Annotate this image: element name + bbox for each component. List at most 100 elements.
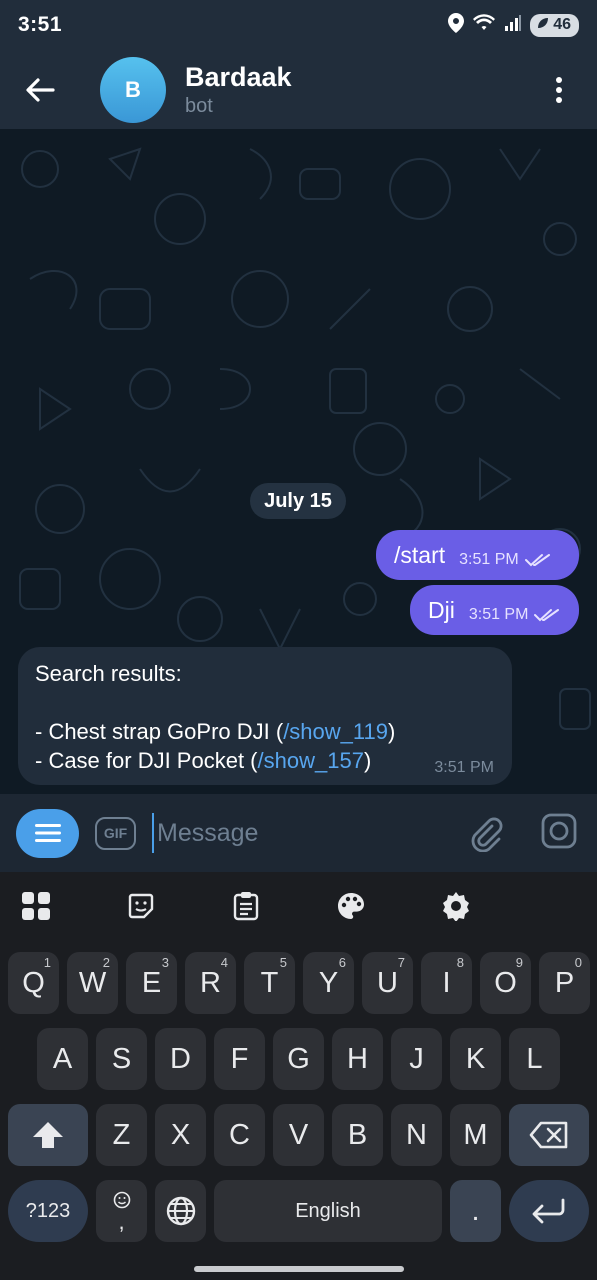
key-z[interactable]: Z — [96, 1104, 147, 1166]
key-h[interactable]: H — [332, 1028, 383, 1090]
key-b[interactable]: B — [332, 1104, 383, 1166]
message-time: 3:51 PM — [468, 606, 529, 623]
key-n[interactable]: N — [391, 1104, 442, 1166]
hamburger-menu-icon — [34, 824, 61, 842]
enter-arrow-icon — [532, 1198, 565, 1224]
paperclip-icon — [471, 817, 503, 853]
key-j[interactable]: J — [391, 1028, 442, 1090]
message-meta: 3:51 PM — [459, 551, 551, 569]
chat-area[interactable]: July 15 /start 3:51 PM Dji 3:51 PM Searc… — [0, 129, 597, 794]
key-s[interactable]: S — [96, 1028, 147, 1090]
palette-icon — [338, 893, 364, 919]
message-text: /start — [394, 541, 446, 568]
outgoing-message[interactable]: Dji 3:51 PM — [410, 585, 579, 635]
key-w[interactable]: W2 — [67, 952, 118, 1014]
sticker-button[interactable] — [125, 890, 157, 922]
key-l[interactable]: L — [509, 1028, 560, 1090]
key-x[interactable]: X — [155, 1104, 206, 1166]
keyboard-toolbar — [0, 872, 597, 938]
attach-button[interactable] — [466, 814, 504, 857]
key-v[interactable]: V — [273, 1104, 324, 1166]
battery-level: 46 — [553, 16, 571, 33]
space-key[interactable]: English — [214, 1180, 442, 1242]
incoming-message[interactable]: Search results: - Chest strap GoPro DJI … — [18, 647, 512, 785]
back-button[interactable] — [0, 50, 80, 129]
settings-button[interactable] — [440, 890, 472, 922]
wifi-icon — [472, 13, 496, 37]
emoji-comma-key[interactable]: , — [96, 1180, 147, 1242]
apps-grid-button[interactable] — [20, 890, 52, 922]
grid-icon — [22, 892, 50, 920]
key-r[interactable]: R4 — [185, 952, 236, 1014]
battery-saver-icon — [536, 16, 550, 35]
key-a[interactable]: A — [37, 1028, 88, 1090]
key-y[interactable]: Y6 — [303, 952, 354, 1014]
backspace-key[interactable] — [509, 1104, 589, 1166]
outgoing-message[interactable]: /start 3:51 PM — [376, 530, 579, 580]
message-time: 3:51 PM — [434, 759, 494, 776]
comma-label: , — [118, 1209, 125, 1234]
avatar[interactable]: B — [100, 56, 166, 123]
status-time: 3:51 — [18, 13, 63, 36]
message-text: Dji — [428, 596, 455, 623]
gesture-home-bar[interactable] — [194, 1266, 404, 1272]
key-u[interactable]: U7 — [362, 952, 413, 1014]
clipboard-button[interactable] — [230, 890, 262, 922]
search-result-text: - Case for DJI Pocket ( — [35, 748, 258, 773]
chat-subtitle: bot — [185, 94, 213, 117]
sticker-icon — [128, 893, 154, 919]
key-t[interactable]: T5 — [244, 952, 295, 1014]
key-d[interactable]: D — [155, 1028, 206, 1090]
camera-button[interactable] — [540, 812, 578, 855]
double-check-icon — [524, 554, 550, 567]
message-line: Search results: — [35, 661, 182, 686]
key-c[interactable]: C — [214, 1104, 265, 1166]
period-key[interactable]: . — [450, 1180, 501, 1242]
camera-icon — [541, 813, 577, 849]
clipboard-icon — [233, 892, 259, 921]
command-link[interactable]: /show_157 — [258, 748, 364, 773]
key-m[interactable]: M — [450, 1104, 501, 1166]
chat-header: B Bardaak bot — [0, 50, 597, 129]
message-meta: 3:51 PM — [469, 606, 561, 624]
gif-button[interactable]: GIF — [95, 816, 136, 850]
arrow-left-icon — [26, 77, 55, 102]
message-input[interactable] — [152, 813, 479, 853]
shift-arrow-icon — [33, 1122, 63, 1148]
status-icons: 46 — [448, 12, 579, 38]
battery-indicator: 46 — [530, 13, 579, 37]
key-o[interactable]: O9 — [480, 952, 531, 1014]
search-result-close: ) — [363, 748, 372, 773]
backspace-icon — [529, 1121, 568, 1149]
location-icon — [448, 12, 465, 38]
search-result-item: - Chest strap GoPro DJI (/show_119) — [35, 717, 495, 746]
theme-button[interactable] — [335, 890, 367, 922]
date-chip: July 15 — [250, 483, 346, 519]
more-vertical-icon — [556, 76, 562, 103]
more-options-button[interactable] — [521, 50, 597, 129]
search-result-text: - Chest strap GoPro DJI ( — [35, 719, 284, 744]
enter-key[interactable] — [509, 1180, 589, 1242]
chat-title-block[interactable]: Bardaak bot — [185, 61, 292, 119]
search-result-close: ) — [387, 719, 396, 744]
search-result-item: - Case for DJI Pocket (/show_157) — [35, 746, 495, 775]
key-i[interactable]: I8 — [421, 952, 472, 1014]
gear-icon — [443, 892, 469, 921]
key-k[interactable]: K — [450, 1028, 501, 1090]
message-time: 3:51 PM — [459, 551, 519, 568]
status-bar: 3:51 46 — [0, 0, 597, 50]
key-p[interactable]: P0 — [539, 952, 590, 1014]
globe-icon — [166, 1196, 195, 1226]
key-q[interactable]: Q1 — [8, 952, 59, 1014]
command-link[interactable]: /show_119 — [283, 719, 388, 744]
shift-key[interactable] — [8, 1104, 88, 1166]
chat-title: Bardaak — [185, 61, 292, 92]
language-key[interactable] — [155, 1180, 206, 1242]
key-g[interactable]: G — [273, 1028, 324, 1090]
key-e[interactable]: E3 — [126, 952, 177, 1014]
symbols-key[interactable]: ?123 — [8, 1180, 88, 1242]
bot-menu-button[interactable] — [16, 808, 79, 858]
keyboard: Q1 W2 E3 R4 T5 Y6 U7 I8 O9 P0 A S D F G … — [0, 872, 597, 1280]
key-f[interactable]: F — [214, 1028, 265, 1090]
